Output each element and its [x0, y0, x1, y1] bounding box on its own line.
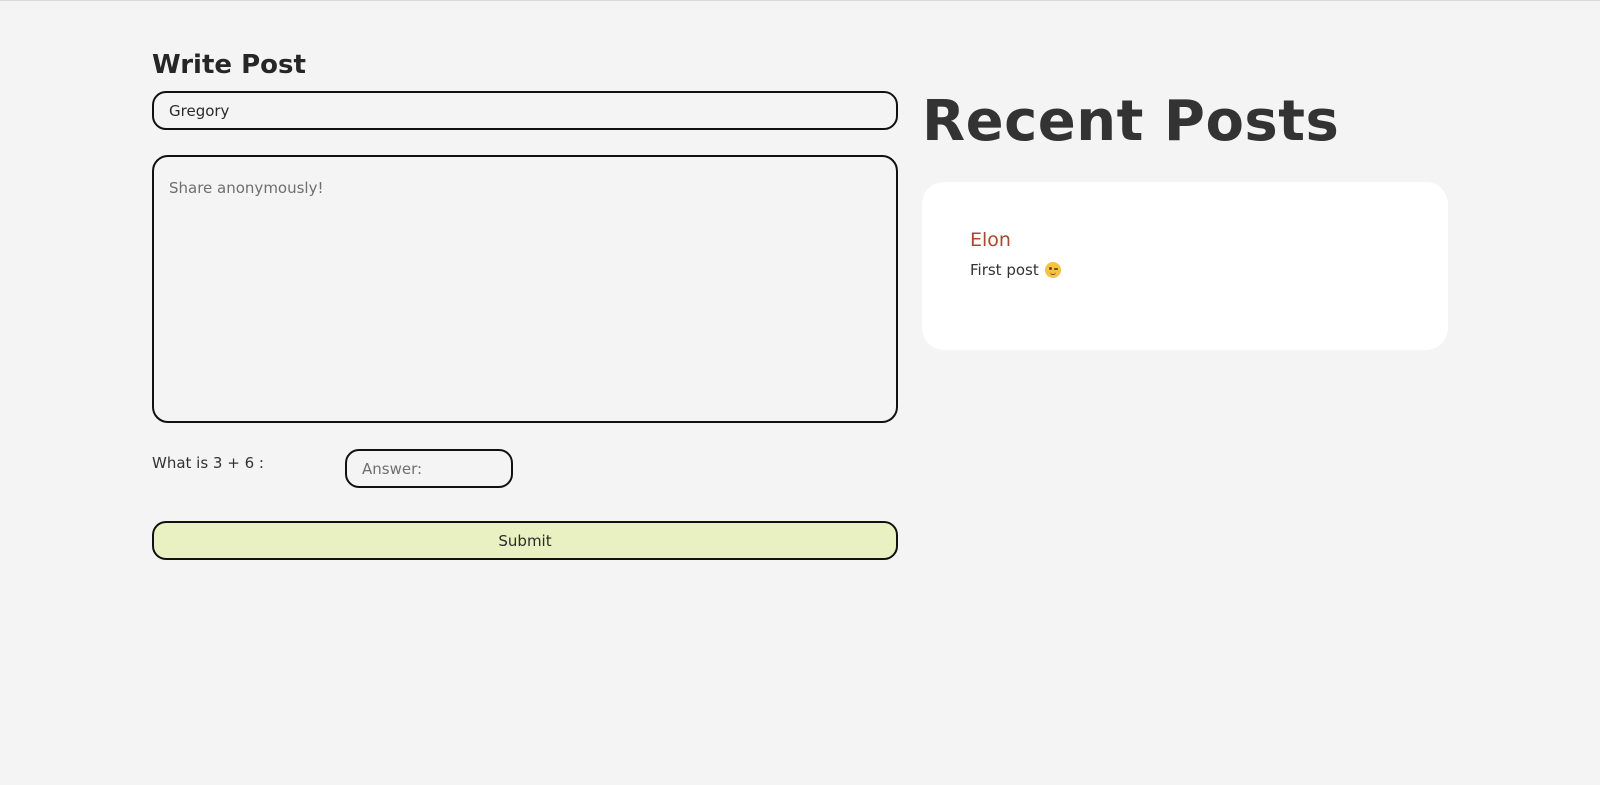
- captcha-question-label: What is 3 + 6 :: [152, 454, 264, 472]
- recent-posts-section: Recent Posts Elon First post: [922, 86, 1448, 350]
- name-input[interactable]: [152, 91, 898, 130]
- post-card: Elon First post: [922, 182, 1448, 350]
- post-body: First post: [970, 259, 1400, 281]
- post-author: Elon: [970, 229, 1011, 251]
- top-divider: [0, 0, 1600, 1]
- submit-button[interactable]: Submit: [152, 521, 898, 560]
- post-body-text: First post: [970, 261, 1039, 279]
- message-textarea[interactable]: [152, 155, 898, 423]
- captcha-answer-input[interactable]: [345, 449, 513, 488]
- write-post-section: Write Post What is 3 + 6 : Submit: [152, 48, 898, 560]
- write-post-title: Write Post: [152, 50, 306, 80]
- recent-posts-title: Recent Posts: [922, 89, 1340, 154]
- winking-face-icon: [1044, 262, 1061, 278]
